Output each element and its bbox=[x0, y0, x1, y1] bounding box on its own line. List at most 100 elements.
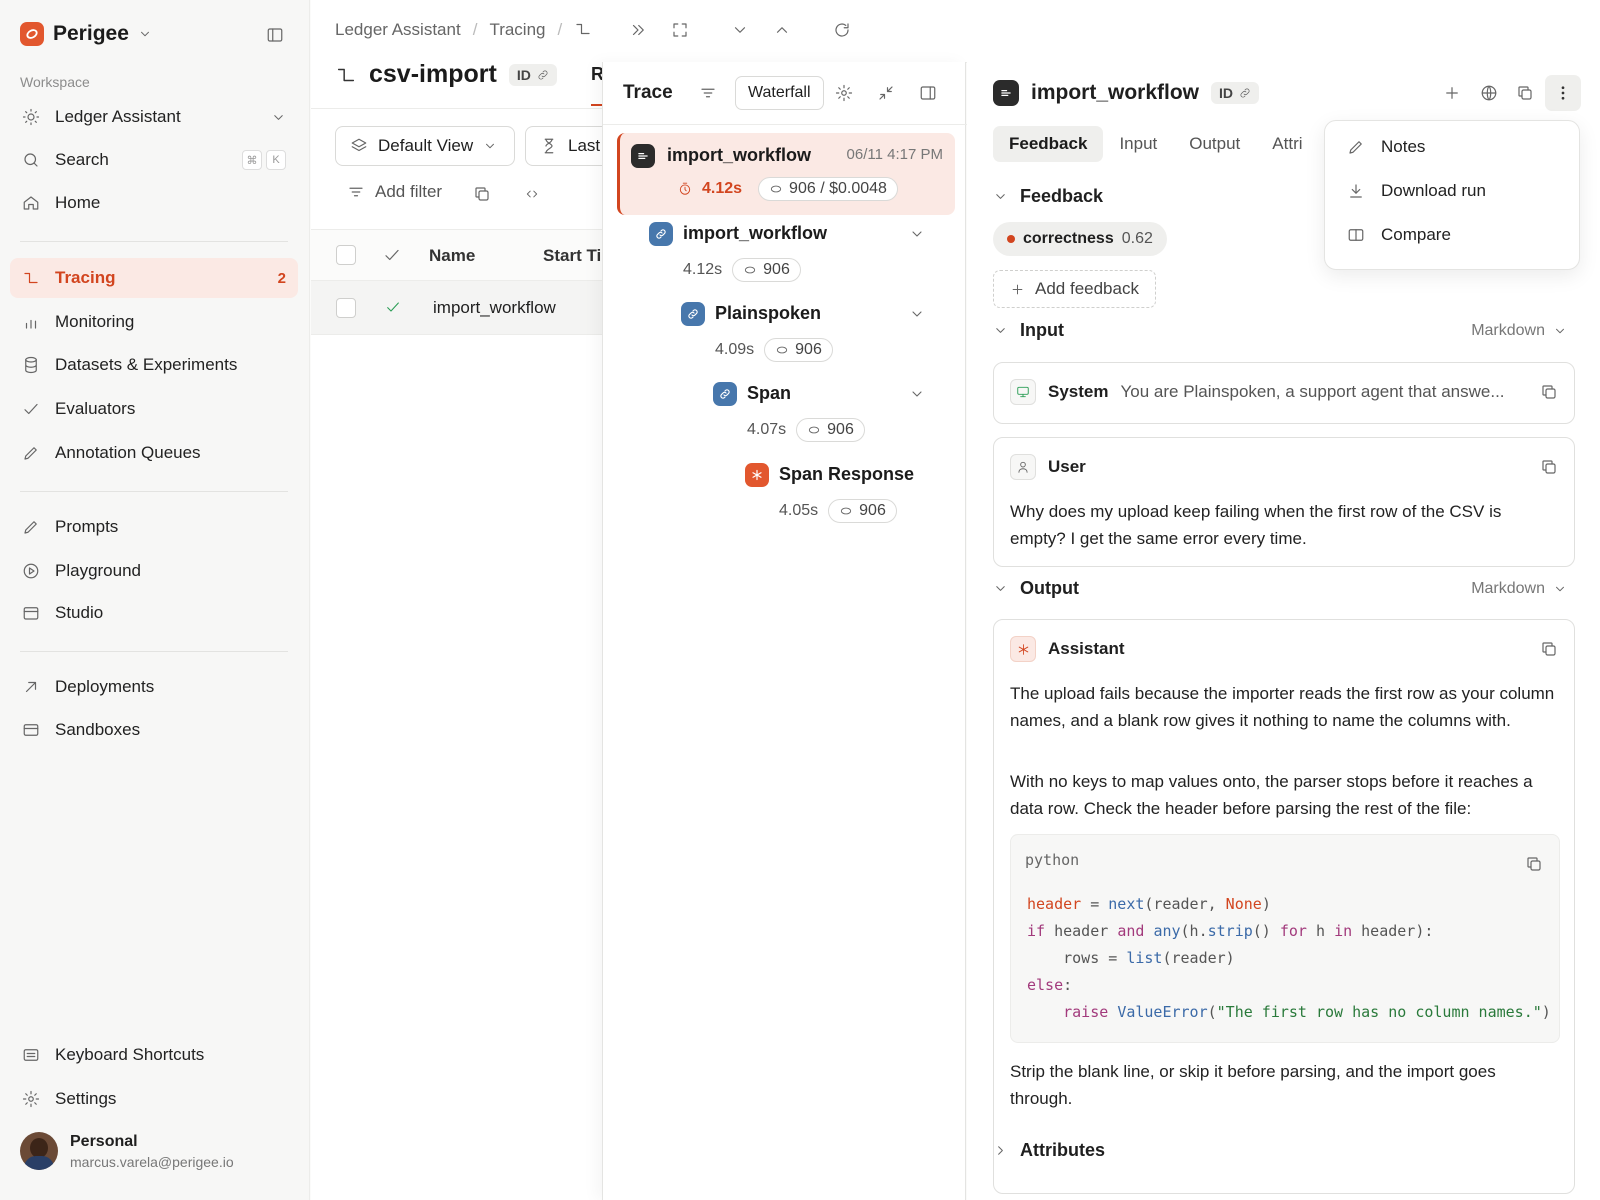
trace-node[interactable]: Span 4.07s 906 bbox=[711, 380, 947, 450]
output-section-header[interactable]: Output Markdown bbox=[993, 578, 1573, 599]
tab-attributes[interactable]: Attri bbox=[1256, 126, 1318, 162]
node-name: Plainspoken bbox=[715, 303, 822, 323]
system-role-row: System You are Plainspoken, a support ag… bbox=[1010, 379, 1505, 405]
menu-item-label: Download run bbox=[1381, 181, 1486, 200]
code-language: python bbox=[1025, 851, 1080, 869]
token-badge: 906 bbox=[828, 499, 897, 523]
table-row[interactable]: import_workflow bbox=[311, 281, 603, 335]
trace-root-node[interactable]: import_workflow 06/11 4:17 PM 4.12s 906 … bbox=[617, 133, 955, 215]
sidebar-item-settings[interactable]: Settings bbox=[10, 1079, 298, 1119]
sidebar-item-sandboxes[interactable]: Sandboxes bbox=[10, 710, 298, 750]
node-meta: 4.12s 906 bbox=[683, 258, 801, 282]
panel-toggle-icon[interactable] bbox=[919, 84, 937, 102]
copy-id-button[interactable]: ID bbox=[508, 63, 557, 86]
code-content: header = next(reader, None) if header an… bbox=[1027, 895, 1551, 1021]
sidebar-item-home[interactable]: Home bbox=[10, 183, 298, 223]
row-name: import_workflow bbox=[433, 298, 556, 317]
chevron-down-icon[interactable] bbox=[909, 226, 925, 242]
home-icon bbox=[23, 196, 39, 210]
column-name[interactable]: Name bbox=[429, 246, 475, 266]
column-start-time[interactable]: Start Ti bbox=[543, 246, 601, 266]
format-selector[interactable]: Markdown bbox=[1471, 580, 1567, 598]
sidebar-item-keyboard-shortcuts[interactable]: Keyboard Shortcuts bbox=[10, 1035, 298, 1075]
sidebar-item-playground[interactable]: Playground bbox=[10, 551, 298, 591]
expand-icon[interactable] bbox=[671, 21, 689, 39]
system-message-preview[interactable]: You are Plainspoken, a support agent tha… bbox=[1120, 382, 1504, 402]
check-icon bbox=[385, 249, 399, 261]
row-checkbox[interactable] bbox=[336, 298, 356, 318]
sidebar-item-search[interactable]: Search ⌘ K bbox=[10, 140, 298, 180]
brand-switcher[interactable]: Perigee bbox=[20, 22, 152, 46]
chain-icon bbox=[993, 80, 1019, 106]
sidebar-item-label: Search bbox=[55, 150, 109, 169]
sidebar-item-monitoring[interactable]: Monitoring bbox=[10, 302, 298, 342]
user-name: Personal bbox=[70, 1132, 138, 1150]
trace-node[interactable]: Plainspoken 4.09s 906 bbox=[679, 300, 947, 370]
waterfall-button[interactable]: Waterfall bbox=[735, 76, 824, 110]
more-menu-button[interactable] bbox=[1545, 75, 1581, 111]
tracing-count-badge: 2 bbox=[277, 269, 286, 287]
copy-icon[interactable] bbox=[1540, 640, 1558, 658]
columns-icon bbox=[1348, 229, 1364, 241]
node-tokens: 906 bbox=[827, 421, 854, 438]
copy-icon[interactable] bbox=[473, 185, 491, 203]
sidebar-item-deployments[interactable]: Deployments bbox=[10, 667, 298, 707]
chevron-down-icon[interactable] bbox=[731, 21, 749, 39]
gear-icon[interactable] bbox=[835, 84, 853, 102]
sidebar-toggle-icon[interactable] bbox=[266, 26, 284, 44]
globe-icon[interactable] bbox=[1480, 84, 1498, 102]
trace-node[interactable]: Span Response 4.05s 906 bbox=[743, 461, 953, 531]
sidebar-item-label: Deployments bbox=[55, 677, 155, 696]
menu-item-download-run[interactable]: Download run bbox=[1347, 181, 1486, 201]
filter-icon[interactable] bbox=[699, 84, 717, 102]
menu-item-notes[interactable]: Notes bbox=[1347, 137, 1425, 157]
user-profile[interactable]: Personal marcus.varela@perigee.io bbox=[20, 1132, 234, 1170]
breadcrumb-tracing[interactable]: Tracing bbox=[489, 20, 545, 40]
copy-icon[interactable] bbox=[1540, 383, 1558, 401]
sidebar-item-datasets[interactable]: Datasets & Experiments bbox=[10, 345, 298, 385]
input-section-header[interactable]: Input Markdown bbox=[993, 320, 1573, 341]
link-icon bbox=[681, 302, 705, 326]
feedback-pill[interactable]: correctness 0.62 bbox=[993, 222, 1167, 256]
sidebar-item-label: Studio bbox=[55, 603, 104, 622]
breadcrumb-workspace[interactable]: Ledger Assistant bbox=[335, 20, 461, 40]
copy-icon[interactable] bbox=[1516, 84, 1534, 102]
tab-output[interactable]: Output bbox=[1173, 126, 1256, 162]
chevron-down-icon[interactable] bbox=[909, 306, 925, 322]
trace-node[interactable]: import_workflow 4.12s 906 bbox=[647, 220, 947, 290]
copy-icon[interactable] bbox=[1540, 458, 1558, 476]
sidebar-item-studio[interactable]: Studio bbox=[10, 593, 298, 633]
plus-icon[interactable] bbox=[1443, 84, 1461, 102]
trace-tree-panel: Trace Waterfall import_workflow 06/11 4:… bbox=[602, 62, 967, 1200]
pen-icon bbox=[24, 521, 37, 534]
copy-icon[interactable] bbox=[1525, 855, 1543, 873]
sidebar-item-prompts[interactable]: Prompts bbox=[10, 507, 298, 547]
collapse-pane-icon[interactable] bbox=[629, 21, 647, 39]
menu-item-compare[interactable]: Compare bbox=[1347, 225, 1451, 245]
view-selector[interactable]: Default View bbox=[335, 126, 515, 166]
tab-input[interactable]: Input bbox=[1103, 126, 1173, 162]
root-token-badge: 906 / $0.0048 bbox=[758, 177, 898, 201]
sidebar-item-evaluators[interactable]: Evaluators bbox=[10, 389, 298, 429]
attributes-section-header[interactable]: Attributes bbox=[993, 1140, 1573, 1161]
sidebar-item-tracing[interactable]: Tracing 2 bbox=[10, 258, 298, 298]
chevron-up-icon[interactable] bbox=[773, 21, 791, 39]
copy-id-button[interactable]: ID bbox=[1211, 82, 1260, 104]
refresh-icon[interactable] bbox=[833, 21, 851, 39]
add-feedback-button[interactable]: Add feedback bbox=[993, 270, 1156, 308]
code-icon[interactable] bbox=[525, 185, 539, 203]
chevron-down-icon[interactable] bbox=[909, 386, 925, 402]
add-filter-button[interactable]: Add filter bbox=[347, 182, 442, 202]
monitor-icon bbox=[1010, 379, 1036, 405]
system-message-card: System You are Plainspoken, a support ag… bbox=[993, 362, 1575, 424]
tab-feedback[interactable]: Feedback bbox=[993, 126, 1104, 162]
select-all-checkbox[interactable] bbox=[336, 245, 356, 265]
format-selector[interactable]: Markdown bbox=[1471, 322, 1567, 340]
sidebar-item-annotation-queues[interactable]: Annotation Queues bbox=[10, 433, 298, 473]
chevron-down-icon bbox=[996, 586, 1005, 591]
pencil-icon bbox=[24, 447, 37, 460]
plus-icon bbox=[1012, 284, 1023, 294]
collapse-all-icon[interactable] bbox=[877, 84, 895, 102]
root-node-time: 06/11 4:17 PM bbox=[846, 146, 943, 163]
workspace-selector[interactable]: Ledger Assistant bbox=[10, 97, 298, 137]
